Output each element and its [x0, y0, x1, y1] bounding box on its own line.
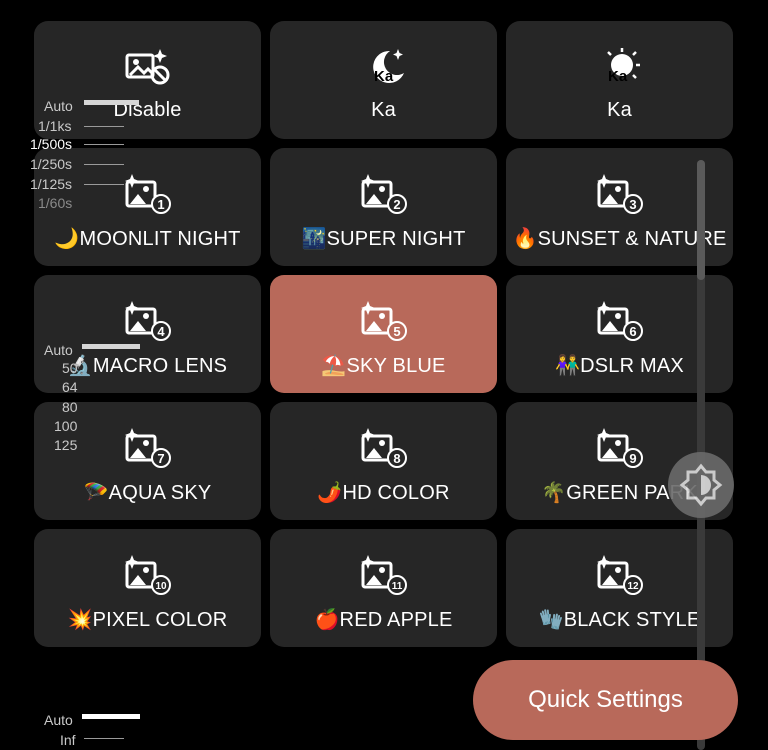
shutter-value: 1/60s — [38, 195, 73, 211]
preset-9-icon: 9 — [596, 428, 643, 468]
shutter-value: 1/250s — [30, 156, 73, 172]
sun-ka-icon: Ka — [606, 48, 640, 85]
tick — [84, 144, 124, 145]
preset-7-icon: 7 — [124, 428, 171, 468]
tile-preset-10[interactable]: 10 💥PIXEL COLOR — [34, 529, 261, 647]
preset-number: 10 — [155, 581, 167, 592]
shutter-bar[interactable] — [84, 100, 139, 105]
iso-value: 80 — [62, 399, 78, 415]
preset-3-icon: 3 — [596, 174, 643, 214]
tick — [84, 164, 124, 165]
iso-bar[interactable] — [82, 344, 140, 349]
preset-11-icon: 11 — [360, 555, 407, 595]
focus-value: Inf — [60, 732, 76, 748]
tile-label: 🌶️HD COLOR — [317, 482, 450, 504]
iso-value: 64 — [62, 379, 78, 395]
focus-bar[interactable] — [82, 714, 140, 719]
shutter-value: 1/500s — [30, 136, 73, 152]
preset-number: 6 — [629, 324, 636, 339]
preset-1-icon: 1 — [124, 174, 171, 214]
preset-number: 1 — [157, 197, 164, 212]
preset-number: 4 — [157, 324, 165, 339]
shutter-value: 1/125s — [30, 176, 73, 192]
focus-auto: Auto — [44, 712, 73, 728]
iso-value: 50 — [62, 360, 78, 376]
tick — [84, 126, 124, 127]
iso-value: 100 — [54, 418, 78, 434]
scrollbar-thumb[interactable] — [697, 160, 705, 280]
tick — [84, 184, 124, 185]
tile-label: 💥PIXEL COLOR — [67, 609, 228, 631]
tile-preset-8[interactable]: 8 🌶️HD COLOR — [270, 402, 497, 520]
tile-ka-sun[interactable]: Ka Ka — [506, 21, 733, 139]
preset-number: 11 — [391, 581, 402, 592]
tile-preset-11[interactable]: 11 🍎RED APPLE — [270, 529, 497, 647]
tile-preset-5[interactable]: 5 ⛱️SKY BLUE — [270, 275, 497, 393]
tile-label: Ka — [371, 99, 396, 121]
tile-label: 🌃SUPER NIGHT — [301, 228, 466, 250]
preset-4-icon: 4 — [124, 301, 171, 341]
shutter-auto: Auto — [44, 98, 73, 114]
iso-auto: Auto — [44, 342, 73, 358]
preset-number: 2 — [393, 197, 400, 212]
tile-label: 🍎RED APPLE — [314, 609, 453, 631]
brightness-button[interactable] — [668, 452, 734, 518]
shutter-value: 1/1ks — [38, 118, 72, 134]
preset-6-icon: 6 — [596, 301, 643, 341]
preset-10-icon: 10 — [124, 555, 171, 595]
preset-number: 12 — [627, 581, 639, 592]
svg-text:Ka: Ka — [374, 68, 394, 85]
preset-2-icon: 2 — [360, 174, 407, 214]
preset-number: 8 — [393, 451, 400, 466]
tile-label: Ka — [607, 99, 632, 121]
quick-settings-button[interactable]: Quick Settings — [473, 660, 738, 740]
tile-label: 🪂AQUA SKY — [83, 482, 212, 504]
tile-preset-2[interactable]: 2 🌃SUPER NIGHT — [270, 148, 497, 266]
tile-ka-moon[interactable]: Ka Ka — [270, 21, 497, 139]
preset-5-icon: 5 — [360, 301, 407, 341]
tile-label: ⛱️SKY BLUE — [321, 355, 446, 377]
svg-text:Ka: Ka — [608, 68, 628, 85]
preset-8-icon: 8 — [360, 428, 407, 468]
preset-number: 3 — [629, 197, 636, 212]
moon-ka-icon: Ka — [372, 49, 404, 85]
tile-label: 🌙MOONLIT NIGHT — [54, 228, 241, 250]
preset-number: 9 — [629, 451, 636, 466]
preset-number: 5 — [393, 324, 400, 339]
preset-number: 7 — [157, 451, 164, 466]
iso-value: 125 — [54, 437, 78, 453]
preset-12-icon: 12 — [596, 555, 643, 595]
image-disable-icon — [125, 49, 169, 85]
brightness-icon — [679, 463, 723, 507]
tick — [84, 738, 124, 739]
